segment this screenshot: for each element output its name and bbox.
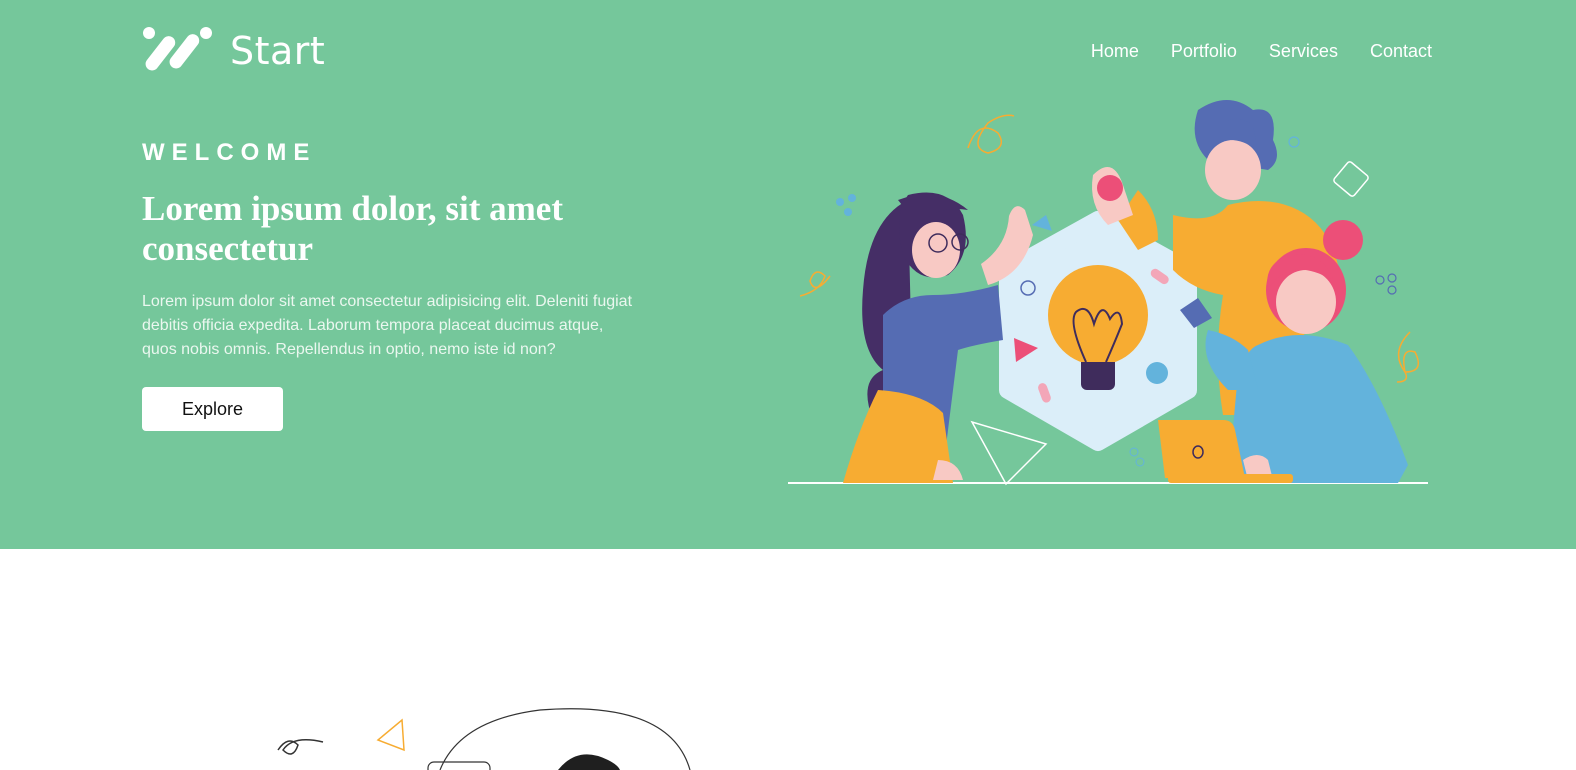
section-two-illustration bbox=[277, 708, 691, 770]
slash-stripes-logo-icon bbox=[143, 27, 212, 71]
hero-eyebrow: WELCOME bbox=[142, 139, 317, 166]
nav-links: Home Portfolio Services Contact bbox=[1059, 39, 1432, 63]
nav-services[interactable]: Services bbox=[1269, 39, 1338, 63]
nav-home[interactable]: Home bbox=[1091, 39, 1139, 63]
explore-button[interactable]: Explore bbox=[142, 387, 283, 431]
nav-contact[interactable]: Contact bbox=[1370, 39, 1432, 63]
hero-description: Lorem ipsum dolor sit amet consectetur a… bbox=[142, 293, 633, 358]
brand-name: Start bbox=[230, 29, 326, 73]
team-brainstorm-illustration bbox=[788, 100, 1428, 486]
nav-portfolio[interactable]: Portfolio bbox=[1171, 39, 1237, 63]
top-navbar: Start Home Portfolio Services Contact bbox=[142, 25, 1432, 79]
brand-logo-link[interactable]: Start bbox=[142, 25, 325, 77]
hero-title: Lorem ipsum dolor, sit amet consectetur bbox=[142, 189, 563, 268]
hero-section: Start Home Portfolio Services Contact WE… bbox=[0, 0, 1576, 549]
